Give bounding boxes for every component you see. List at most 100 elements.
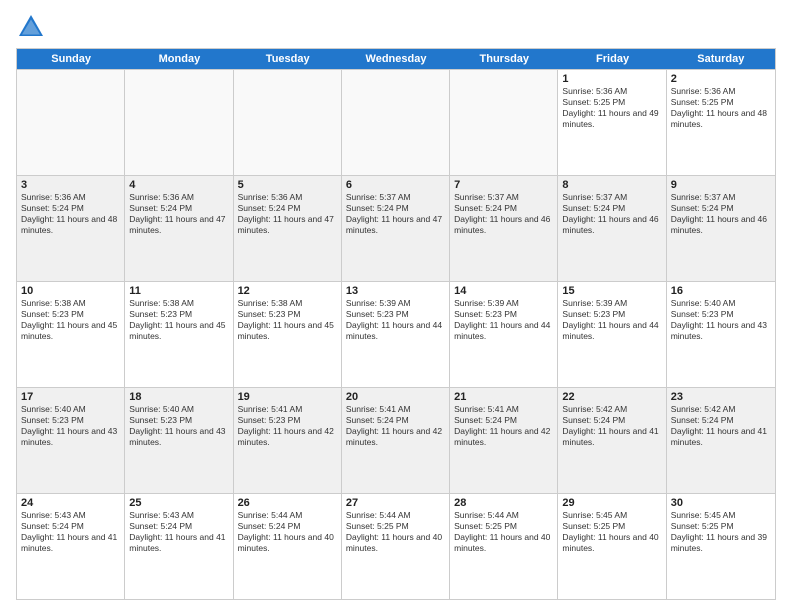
day-info: Sunrise: 5:45 AM Sunset: 5:25 PM Dayligh… (562, 510, 661, 554)
day-info: Sunrise: 5:36 AM Sunset: 5:24 PM Dayligh… (238, 192, 337, 236)
day-number: 8 (562, 179, 661, 191)
calendar-header: SundayMondayTuesdayWednesdayThursdayFrid… (17, 49, 775, 69)
day-number: 6 (346, 179, 445, 191)
day-info: Sunrise: 5:38 AM Sunset: 5:23 PM Dayligh… (21, 298, 120, 342)
day-info: Sunrise: 5:37 AM Sunset: 5:24 PM Dayligh… (346, 192, 445, 236)
calendar-row: 10Sunrise: 5:38 AM Sunset: 5:23 PM Dayli… (17, 281, 775, 387)
calendar-cell: 21Sunrise: 5:41 AM Sunset: 5:24 PM Dayli… (450, 388, 558, 493)
weekday-header: Monday (125, 49, 233, 69)
day-info: Sunrise: 5:42 AM Sunset: 5:24 PM Dayligh… (562, 404, 661, 448)
calendar-cell: 13Sunrise: 5:39 AM Sunset: 5:23 PM Dayli… (342, 282, 450, 387)
day-info: Sunrise: 5:36 AM Sunset: 5:24 PM Dayligh… (21, 192, 120, 236)
day-number: 5 (238, 179, 337, 191)
calendar-cell: 28Sunrise: 5:44 AM Sunset: 5:25 PM Dayli… (450, 494, 558, 599)
day-info: Sunrise: 5:44 AM Sunset: 5:24 PM Dayligh… (238, 510, 337, 554)
calendar-cell: 19Sunrise: 5:41 AM Sunset: 5:23 PM Dayli… (234, 388, 342, 493)
day-number: 23 (671, 391, 771, 403)
day-number: 7 (454, 179, 553, 191)
weekday-header: Sunday (17, 49, 125, 69)
calendar-cell: 14Sunrise: 5:39 AM Sunset: 5:23 PM Dayli… (450, 282, 558, 387)
day-info: Sunrise: 5:39 AM Sunset: 5:23 PM Dayligh… (454, 298, 553, 342)
calendar-cell: 17Sunrise: 5:40 AM Sunset: 5:23 PM Dayli… (17, 388, 125, 493)
calendar-cell: 16Sunrise: 5:40 AM Sunset: 5:23 PM Dayli… (667, 282, 775, 387)
weekday-header: Tuesday (234, 49, 342, 69)
calendar-cell: 30Sunrise: 5:45 AM Sunset: 5:25 PM Dayli… (667, 494, 775, 599)
calendar-cell: 22Sunrise: 5:42 AM Sunset: 5:24 PM Dayli… (558, 388, 666, 493)
day-number: 30 (671, 497, 771, 509)
day-number: 24 (21, 497, 120, 509)
day-info: Sunrise: 5:41 AM Sunset: 5:24 PM Dayligh… (454, 404, 553, 448)
day-info: Sunrise: 5:36 AM Sunset: 5:25 PM Dayligh… (671, 86, 771, 130)
day-info: Sunrise: 5:41 AM Sunset: 5:24 PM Dayligh… (346, 404, 445, 448)
day-info: Sunrise: 5:37 AM Sunset: 5:24 PM Dayligh… (671, 192, 771, 236)
calendar-cell: 1Sunrise: 5:36 AM Sunset: 5:25 PM Daylig… (558, 70, 666, 175)
day-number: 15 (562, 285, 661, 297)
calendar: SundayMondayTuesdayWednesdayThursdayFrid… (16, 48, 776, 600)
day-info: Sunrise: 5:38 AM Sunset: 5:23 PM Dayligh… (129, 298, 228, 342)
day-info: Sunrise: 5:44 AM Sunset: 5:25 PM Dayligh… (454, 510, 553, 554)
day-info: Sunrise: 5:42 AM Sunset: 5:24 PM Dayligh… (671, 404, 771, 448)
calendar-row: 24Sunrise: 5:43 AM Sunset: 5:24 PM Dayli… (17, 493, 775, 599)
calendar-cell (342, 70, 450, 175)
day-info: Sunrise: 5:40 AM Sunset: 5:23 PM Dayligh… (21, 404, 120, 448)
logo-icon (16, 12, 46, 42)
calendar-cell: 10Sunrise: 5:38 AM Sunset: 5:23 PM Dayli… (17, 282, 125, 387)
calendar-cell: 27Sunrise: 5:44 AM Sunset: 5:25 PM Dayli… (342, 494, 450, 599)
day-number: 4 (129, 179, 228, 191)
calendar-cell: 12Sunrise: 5:38 AM Sunset: 5:23 PM Dayli… (234, 282, 342, 387)
calendar-cell: 18Sunrise: 5:40 AM Sunset: 5:23 PM Dayli… (125, 388, 233, 493)
day-number: 9 (671, 179, 771, 191)
day-number: 3 (21, 179, 120, 191)
calendar-row: 1Sunrise: 5:36 AM Sunset: 5:25 PM Daylig… (17, 69, 775, 175)
calendar-cell: 2Sunrise: 5:36 AM Sunset: 5:25 PM Daylig… (667, 70, 775, 175)
day-number: 17 (21, 391, 120, 403)
weekday-header: Wednesday (342, 49, 450, 69)
day-info: Sunrise: 5:44 AM Sunset: 5:25 PM Dayligh… (346, 510, 445, 554)
day-info: Sunrise: 5:40 AM Sunset: 5:23 PM Dayligh… (671, 298, 771, 342)
calendar-cell (125, 70, 233, 175)
day-number: 12 (238, 285, 337, 297)
day-info: Sunrise: 5:38 AM Sunset: 5:23 PM Dayligh… (238, 298, 337, 342)
weekday-header: Friday (558, 49, 666, 69)
day-number: 11 (129, 285, 228, 297)
day-number: 21 (454, 391, 553, 403)
day-info: Sunrise: 5:36 AM Sunset: 5:25 PM Dayligh… (562, 86, 661, 130)
calendar-cell: 29Sunrise: 5:45 AM Sunset: 5:25 PM Dayli… (558, 494, 666, 599)
day-info: Sunrise: 5:39 AM Sunset: 5:23 PM Dayligh… (346, 298, 445, 342)
calendar-cell: 24Sunrise: 5:43 AM Sunset: 5:24 PM Dayli… (17, 494, 125, 599)
day-info: Sunrise: 5:37 AM Sunset: 5:24 PM Dayligh… (562, 192, 661, 236)
day-number: 19 (238, 391, 337, 403)
calendar-cell: 4Sunrise: 5:36 AM Sunset: 5:24 PM Daylig… (125, 176, 233, 281)
day-number: 29 (562, 497, 661, 509)
day-number: 14 (454, 285, 553, 297)
day-number: 28 (454, 497, 553, 509)
calendar-cell: 20Sunrise: 5:41 AM Sunset: 5:24 PM Dayli… (342, 388, 450, 493)
calendar-cell: 15Sunrise: 5:39 AM Sunset: 5:23 PM Dayli… (558, 282, 666, 387)
page: SundayMondayTuesdayWednesdayThursdayFrid… (0, 0, 792, 612)
day-info: Sunrise: 5:43 AM Sunset: 5:24 PM Dayligh… (21, 510, 120, 554)
calendar-row: 17Sunrise: 5:40 AM Sunset: 5:23 PM Dayli… (17, 387, 775, 493)
weekday-header: Thursday (450, 49, 558, 69)
day-number: 2 (671, 73, 771, 85)
day-number: 16 (671, 285, 771, 297)
day-number: 1 (562, 73, 661, 85)
day-number: 25 (129, 497, 228, 509)
day-info: Sunrise: 5:43 AM Sunset: 5:24 PM Dayligh… (129, 510, 228, 554)
day-number: 26 (238, 497, 337, 509)
calendar-cell: 6Sunrise: 5:37 AM Sunset: 5:24 PM Daylig… (342, 176, 450, 281)
day-info: Sunrise: 5:37 AM Sunset: 5:24 PM Dayligh… (454, 192, 553, 236)
calendar-cell: 23Sunrise: 5:42 AM Sunset: 5:24 PM Dayli… (667, 388, 775, 493)
calendar-cell: 3Sunrise: 5:36 AM Sunset: 5:24 PM Daylig… (17, 176, 125, 281)
calendar-cell: 11Sunrise: 5:38 AM Sunset: 5:23 PM Dayli… (125, 282, 233, 387)
calendar-row: 3Sunrise: 5:36 AM Sunset: 5:24 PM Daylig… (17, 175, 775, 281)
day-info: Sunrise: 5:40 AM Sunset: 5:23 PM Dayligh… (129, 404, 228, 448)
calendar-cell: 9Sunrise: 5:37 AM Sunset: 5:24 PM Daylig… (667, 176, 775, 281)
day-number: 20 (346, 391, 445, 403)
day-info: Sunrise: 5:36 AM Sunset: 5:24 PM Dayligh… (129, 192, 228, 236)
calendar-body: 1Sunrise: 5:36 AM Sunset: 5:25 PM Daylig… (17, 69, 775, 599)
calendar-cell: 5Sunrise: 5:36 AM Sunset: 5:24 PM Daylig… (234, 176, 342, 281)
day-info: Sunrise: 5:45 AM Sunset: 5:25 PM Dayligh… (671, 510, 771, 554)
day-number: 22 (562, 391, 661, 403)
weekday-header: Saturday (667, 49, 775, 69)
day-number: 27 (346, 497, 445, 509)
